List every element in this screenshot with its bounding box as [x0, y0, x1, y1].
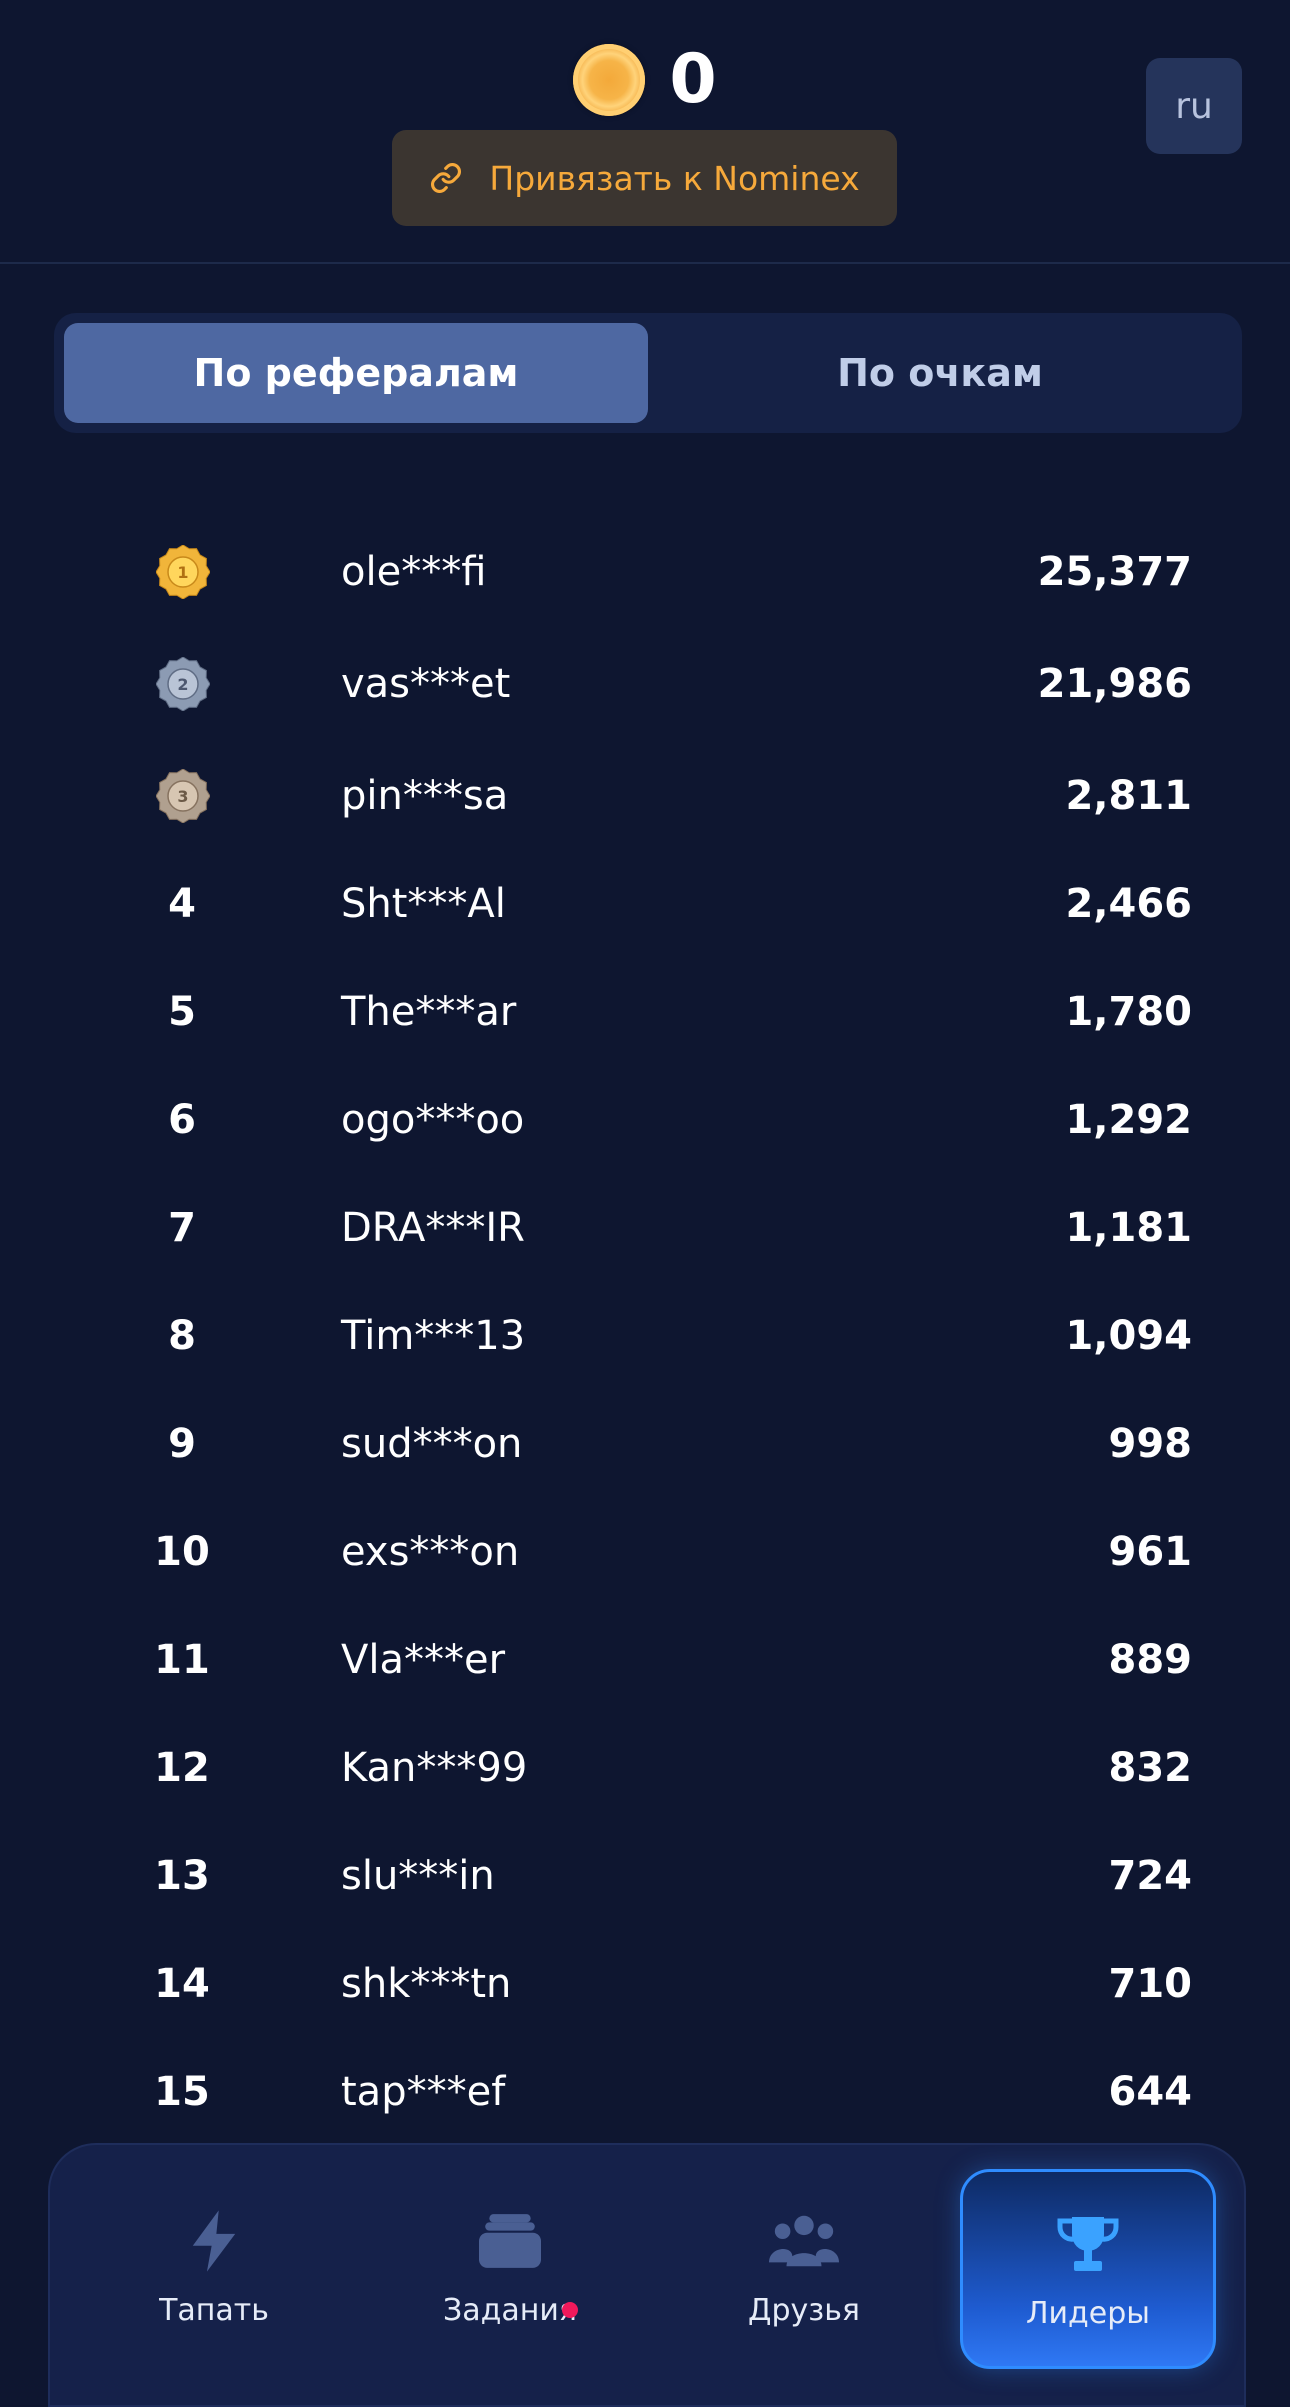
leaderboard-row: 1 ole***fi 25,377 [0, 518, 1290, 626]
friends-icon [769, 2207, 839, 2275]
balance-value: 0 [669, 40, 717, 119]
player-name: The***ar [341, 989, 517, 1035]
player-name: DRA***IR [341, 1205, 525, 1251]
svg-text:1: 1 [177, 563, 188, 582]
rank-number: 10 [154, 1529, 210, 1575]
rank-number: 5 [168, 989, 196, 1035]
player-name: ogo***oo [341, 1097, 525, 1143]
rank-number: 12 [154, 1745, 210, 1791]
svg-text:2: 2 [177, 675, 188, 694]
leaderboard-row: 6 ogo***oo 1,292 [0, 1066, 1290, 1174]
player-score: 1,181 [1065, 1205, 1192, 1251]
bottom-navigation: Тапать Задания Друзья Лидеры [48, 2143, 1246, 2407]
tab-by-points[interactable]: По очкам [648, 323, 1232, 423]
player-name: slu***in [341, 1853, 495, 1899]
player-name: sud***on [341, 1421, 523, 1467]
leaderboard-row: 10 exs***on 961 [0, 1498, 1290, 1606]
player-name: Kan***99 [341, 1745, 528, 1791]
nav-friends[interactable]: Друзья [676, 2169, 932, 2369]
leaderboard-row: 2 vas***et 21,986 [0, 630, 1290, 738]
player-name: exs***on [341, 1529, 520, 1575]
nav-tap-label: Тапать [159, 2293, 269, 2328]
nav-tap[interactable]: Тапать [86, 2169, 342, 2369]
player-score: 710 [1108, 1961, 1193, 2007]
link-nominex-label: Привязать к Nominex [489, 158, 860, 198]
rank-number: 15 [154, 2069, 210, 2115]
trophy-icon [1056, 2210, 1120, 2278]
leaderboard-row: 14 shk***tn 710 [0, 1930, 1290, 2038]
leaderboard-row: 12 Kan***99 832 [0, 1714, 1290, 1822]
bronze-medal-icon: 3 [155, 768, 211, 824]
player-score: 1,780 [1065, 989, 1192, 1035]
rank-number: 4 [168, 881, 196, 927]
tab-by-referrals[interactable]: По рефералам [64, 323, 648, 423]
leaderboard-tabs: По рефералам По очкам [54, 313, 1242, 433]
link-nominex-button[interactable]: Привязать к Nominex [392, 130, 897, 226]
player-name: Vla***er [341, 1637, 506, 1683]
player-name: shk***tn [341, 1961, 512, 2007]
leaderboard-row: 4 Sht***Al 2,466 [0, 850, 1290, 958]
rank-number: 6 [168, 1097, 196, 1143]
leaderboard-row: 11 Vla***er 889 [0, 1606, 1290, 1714]
player-score: 889 [1108, 1637, 1193, 1683]
link-icon [429, 161, 463, 195]
rank-number: 13 [154, 1853, 210, 1899]
leaderboard-row: 13 slu***in 724 [0, 1822, 1290, 1930]
nav-tasks[interactable]: Задания [382, 2169, 638, 2369]
leaderboard-row: 9 sud***on 998 [0, 1390, 1290, 1498]
leaderboard-row: 8 Tim***13 1,094 [0, 1282, 1290, 1390]
player-score: 2,811 [1065, 773, 1192, 819]
coin-icon [573, 44, 646, 116]
leaderboard-row: 3 pin***sa 2,811 [0, 742, 1290, 850]
gold-medal-icon: 1 [155, 544, 211, 600]
nav-leaders[interactable]: Лидеры [960, 2169, 1216, 2369]
player-name: Tim***13 [341, 1313, 526, 1359]
svg-text:3: 3 [177, 787, 188, 806]
nav-tasks-label: Задания [443, 2293, 577, 2328]
language-button[interactable]: ru [1146, 58, 1242, 154]
player-name: vas***et [341, 661, 511, 707]
leaderboard-row: 15 tap***ef 644 [0, 2038, 1290, 2146]
header-divider [0, 262, 1290, 264]
leaderboard-row: 7 DRA***IR 1,181 [0, 1174, 1290, 1282]
lightning-icon [185, 2207, 243, 2275]
balance-display: 0 [0, 44, 1290, 116]
nav-friends-label: Друзья [748, 2293, 860, 2328]
silver-medal-icon: 2 [155, 656, 211, 712]
player-name: pin***sa [341, 773, 509, 819]
player-score: 832 [1108, 1745, 1193, 1791]
player-score: 2,466 [1065, 881, 1192, 927]
rank-number: 11 [154, 1637, 210, 1683]
player-score: 21,986 [1037, 661, 1192, 707]
tasks-icon [479, 2207, 541, 2275]
rank-number: 8 [168, 1313, 196, 1359]
player-score: 1,094 [1065, 1313, 1192, 1359]
notification-dot [562, 2302, 578, 2318]
player-score: 998 [1108, 1421, 1193, 1467]
top-header: 0 ru Привязать к Nominex [0, 0, 1290, 264]
player-name: tap***ef [341, 2069, 506, 2115]
leaderboard-row: 5 The***ar 1,780 [0, 958, 1290, 1066]
rank-number: 14 [154, 1961, 210, 2007]
nav-leaders-label: Лидеры [1026, 2296, 1150, 2331]
player-score: 1,292 [1065, 1097, 1192, 1143]
player-score: 644 [1108, 2069, 1193, 2115]
player-score: 724 [1108, 1853, 1193, 1899]
player-score: 25,377 [1037, 549, 1192, 595]
rank-number: 7 [168, 1205, 196, 1251]
player-score: 961 [1108, 1529, 1193, 1575]
player-name: ole***fi [341, 549, 487, 595]
rank-number: 9 [168, 1421, 196, 1467]
player-name: Sht***Al [341, 881, 506, 927]
